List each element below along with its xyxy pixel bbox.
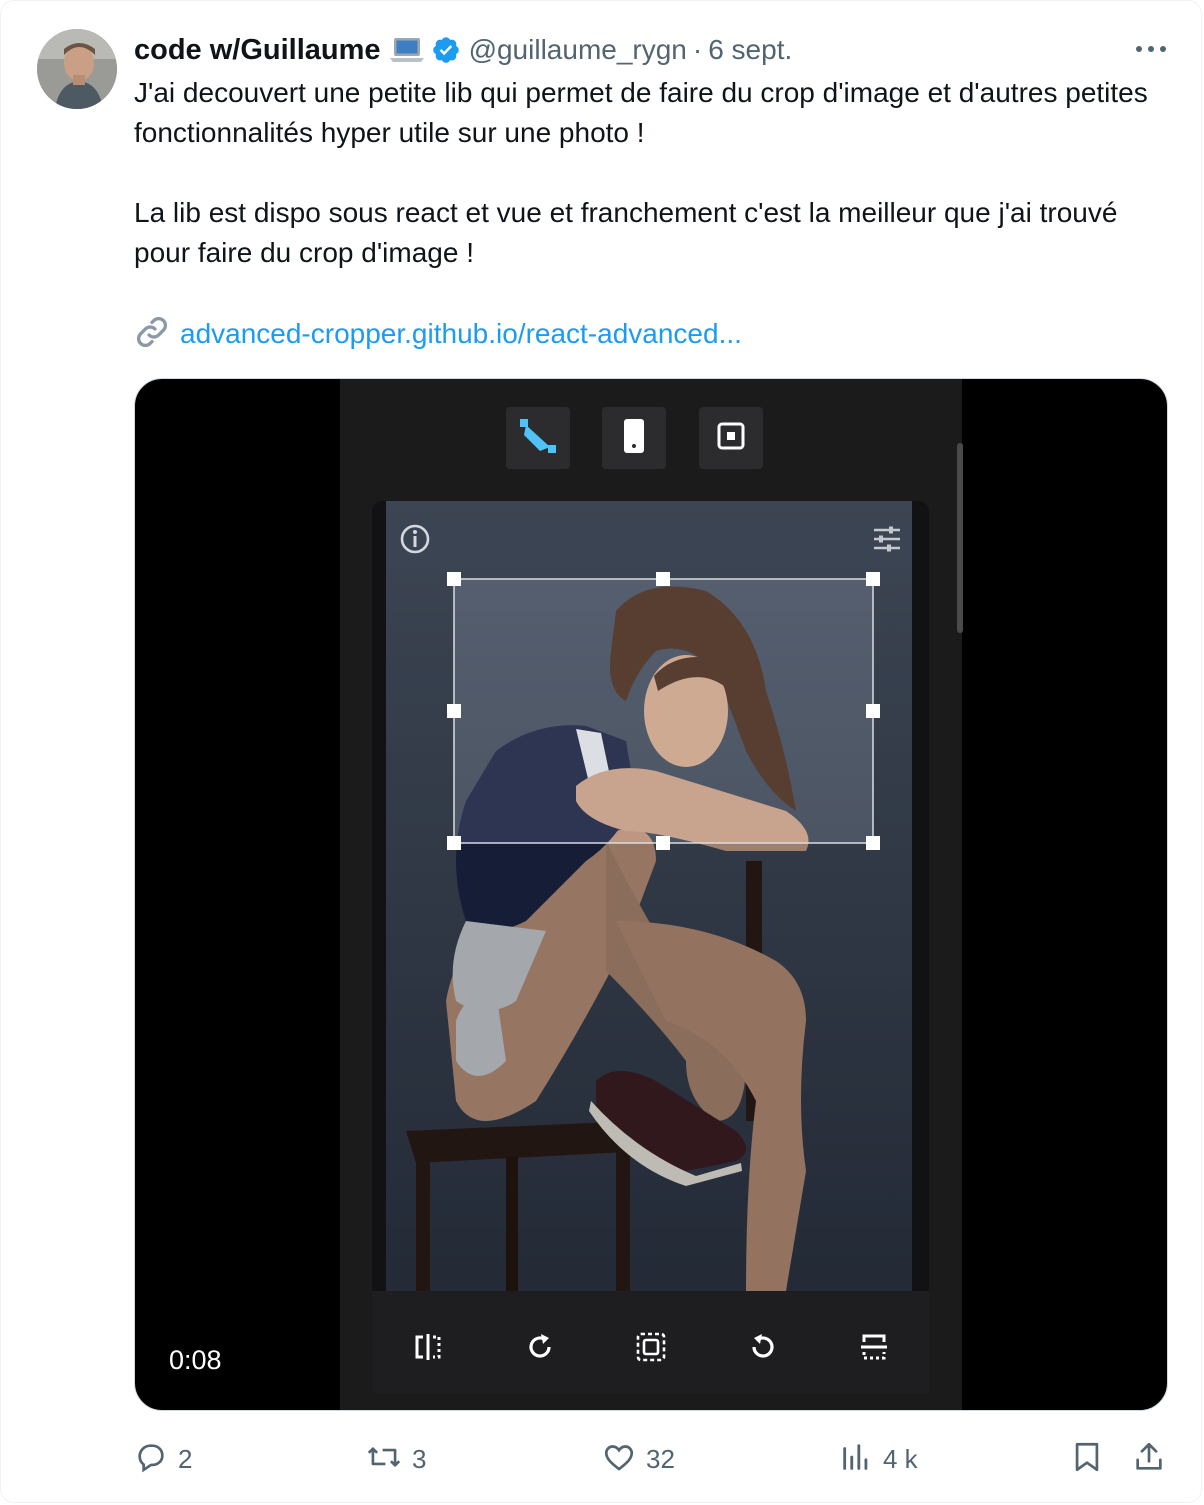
rotate-right-icon (523, 1330, 557, 1364)
tweet-header: code w/Guillaume @guillaume_rygn · 6 sep… (134, 29, 792, 71)
tweet-link[interactable]: advanced-cropper.github.io/react-advance… (134, 313, 742, 355)
like-button[interactable]: 32 (602, 1437, 675, 1481)
share-button[interactable] (1132, 1437, 1166, 1481)
flip-vertical-icon (857, 1330, 891, 1364)
heart-icon (602, 1440, 636, 1479)
info-icon (398, 522, 432, 561)
square-ratio-button (699, 407, 763, 469)
tweet-paragraph-1: J'ai decouvert une petite lib qui permet… (134, 77, 1148, 148)
rotate-left-icon (746, 1330, 780, 1364)
link-icon (134, 314, 170, 355)
tweet-text: J'ai decouvert une petite lib qui permet… (134, 73, 1174, 273)
repost-icon (366, 1440, 402, 1479)
repost-count: 3 (412, 1443, 427, 1474)
tweet-card[interactable]: code w/Guillaume @guillaume_rygn · 6 sep… (0, 0, 1202, 1503)
author-name[interactable]: code w/Guillaume (134, 34, 381, 67)
adjust-sliders-icon (872, 524, 902, 559)
crop-mode-button (506, 407, 570, 469)
crop-mode-icon (518, 417, 558, 460)
tweet-actions: 2 3 32 4 k (134, 1437, 1174, 1481)
tweet-date[interactable]: 6 sept. (708, 34, 792, 66)
flip-horizontal-icon (411, 1330, 445, 1364)
separator-dot: · (692, 34, 703, 65)
video-timestamp: 0:08 (169, 1345, 222, 1375)
views-chart-icon (839, 1440, 873, 1479)
reply-count: 2 (178, 1443, 193, 1474)
phone-ratio-icon (622, 417, 646, 460)
video-player[interactable]: 0:08 (134, 378, 1168, 1411)
cropper-editor (372, 501, 929, 1393)
fit-icon (634, 1330, 668, 1364)
link-url[interactable]: advanced-cropper.github.io/react-advance… (180, 318, 742, 350)
like-count: 32 (646, 1443, 675, 1474)
more-options-icon[interactable] (1131, 33, 1171, 65)
verified-badge-icon[interactable] (431, 35, 461, 65)
author-avatar[interactable] (37, 29, 117, 109)
phone-ratio-button (602, 407, 666, 469)
laptop-emoji-icon (389, 36, 425, 64)
views-button[interactable]: 4 k (839, 1437, 918, 1481)
bookmark-button[interactable] (1070, 1437, 1104, 1481)
share-icon (1132, 1440, 1166, 1479)
reply-icon (134, 1440, 168, 1479)
reply-button[interactable]: 2 (134, 1437, 192, 1481)
bookmark-icon (1070, 1440, 1104, 1479)
scrollbar (957, 443, 963, 633)
cropper-photo (386, 501, 912, 1291)
repost-button[interactable]: 3 (366, 1437, 426, 1481)
square-ratio-icon (716, 421, 746, 456)
tweet-paragraph-2: La lib est dispo sous react et vue et fr… (134, 197, 1118, 268)
views-count: 4 k (883, 1443, 918, 1474)
author-handle[interactable]: @guillaume_rygn (469, 34, 687, 66)
